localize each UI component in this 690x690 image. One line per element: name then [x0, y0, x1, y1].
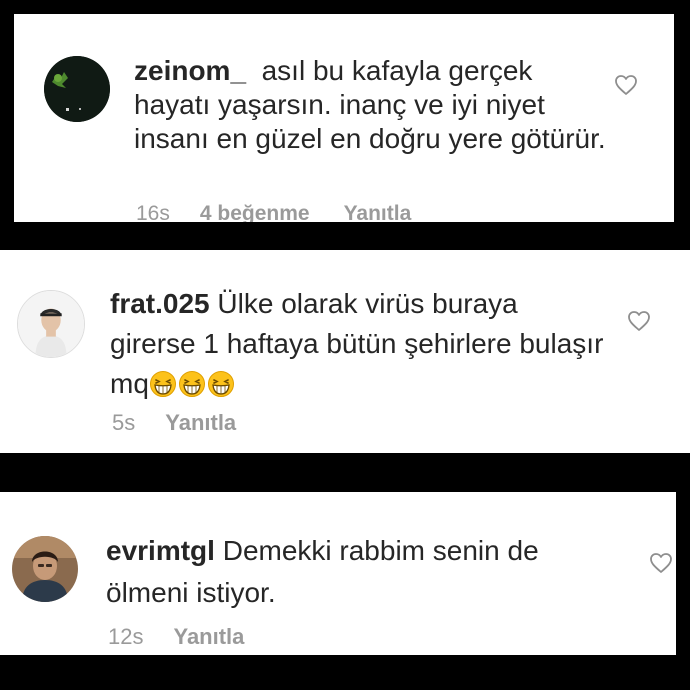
- comment-card: frat.025 Ülke olarak virüs buraya girers…: [0, 250, 690, 453]
- reply-button[interactable]: Yanıtla: [344, 202, 412, 222]
- heart-outline-icon[interactable]: [649, 552, 673, 574]
- comment-username[interactable]: frat.025: [110, 288, 210, 319]
- reply-button[interactable]: Yanıtla: [173, 624, 244, 649]
- reply-button[interactable]: Yanıtla: [165, 410, 236, 435]
- comment-text: evrimtgl Demekki rabbim senin de ölmeni …: [106, 530, 606, 614]
- comment-text: zeinom_ asıl bu kafayla gerçek hayatı ya…: [134, 54, 614, 156]
- comment-time: 12s: [108, 624, 144, 649]
- comment-username[interactable]: evrimtgl: [106, 535, 215, 566]
- heart-outline-icon[interactable]: [614, 74, 638, 96]
- comment-text: frat.025 Ülke olarak virüs buraya girers…: [110, 284, 610, 404]
- heart-outline-icon[interactable]: [627, 310, 651, 332]
- comment-meta: 12s Yanıtla: [108, 624, 244, 650]
- avatar[interactable]: [44, 56, 110, 122]
- comment-username[interactable]: zeinom_: [134, 55, 246, 86]
- comment-card: zeinom_ asıl bu kafayla gerçek hayatı ya…: [14, 14, 674, 222]
- comment-time: 16s: [136, 202, 170, 222]
- grinning-squinting-face-emoji: [207, 370, 235, 398]
- grinning-squinting-face-emoji: [178, 370, 206, 398]
- comment-meta: 16s 4 beğenme Yanıtla: [136, 202, 411, 222]
- avatar[interactable]: [12, 536, 78, 602]
- avatar[interactable]: [17, 290, 85, 358]
- grinning-squinting-face-emoji: [149, 370, 177, 398]
- comment-card: evrimtgl Demekki rabbim senin de ölmeni …: [0, 492, 676, 655]
- likes-count[interactable]: 4 beğenme: [200, 202, 310, 222]
- comment-time: 5s: [112, 410, 136, 435]
- comment-meta: 5s Yanıtla: [112, 410, 236, 436]
